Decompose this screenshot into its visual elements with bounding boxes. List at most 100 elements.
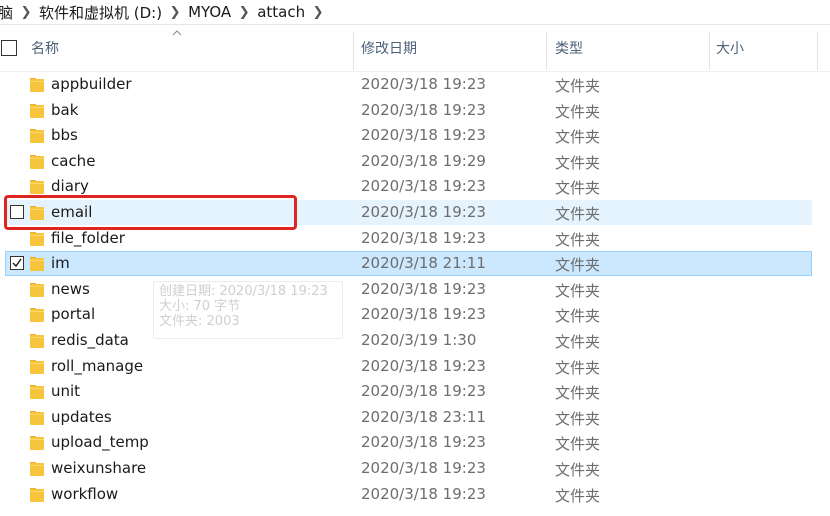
file-name: im	[51, 254, 70, 273]
file-date: 2020/3/18 19:23	[361, 279, 486, 298]
column-divider[interactable]	[353, 32, 354, 70]
file-row[interactable]: cache 2020/3/18 19:29 文件夹	[5, 149, 812, 174]
file-row[interactable]: redis_data 2020/3/19 1:30 文件夹	[5, 328, 812, 353]
file-row[interactable]: weixunshare 2020/3/18 19:23 文件夹	[5, 456, 812, 481]
folder-icon	[30, 257, 44, 272]
file-type: 文件夹	[555, 333, 601, 351]
chevron-right-icon[interactable]: ❯	[164, 5, 186, 20]
file-date: 2020/3/18 19:23	[361, 433, 486, 452]
file-date: 2020/3/18 19:23	[361, 356, 486, 375]
row-checkbox[interactable]	[10, 256, 24, 271]
breadcrumb-drive[interactable]: 软件和虚拟机 (D:)	[37, 2, 164, 23]
file-date: 2020/3/18 19:23	[361, 203, 486, 221]
breadcrumb-myoa[interactable]: MYOA	[186, 3, 233, 21]
file-type: 文件夹	[555, 461, 601, 479]
folder-icon	[30, 436, 44, 451]
file-row[interactable]: portal 2020/3/18 19:23 文件夹	[5, 302, 812, 327]
file-type: 文件夹	[555, 358, 601, 377]
column-divider[interactable]	[817, 32, 818, 70]
file-name: portal	[51, 305, 96, 324]
column-header: 名称 修改日期 类型 大小	[0, 24, 830, 72]
file-date: 2020/3/18 19:23	[361, 382, 486, 401]
file-date: 2020/3/18 21:11	[361, 254, 486, 273]
file-name: unit	[51, 382, 81, 401]
folder-tooltip: 创建日期: 2020/3/18 19:23 大小: 70 字节 文件夹: 200…	[153, 281, 343, 339]
file-type: 文件夹	[555, 179, 601, 198]
file-row[interactable]: updates 2020/3/18 23:11 文件夹	[5, 405, 812, 430]
highlight-annotation	[4, 195, 297, 230]
file-date: 2020/3/18 19:23	[361, 459, 486, 477]
column-name[interactable]: 名称	[31, 24, 59, 71]
file-date: 2020/3/18 23:11	[361, 407, 486, 426]
file-row[interactable]: bbs 2020/3/18 19:23 文件夹	[5, 123, 812, 148]
file-date: 2020/3/18 19:29	[361, 151, 486, 170]
folder-icon	[30, 78, 44, 92]
folder-icon	[30, 462, 44, 476]
folder-icon	[30, 180, 44, 195]
chevron-right-icon[interactable]: ❯	[307, 5, 329, 20]
chevron-right-icon[interactable]: ❯	[233, 5, 255, 20]
file-row[interactable]: workflow 2020/3/18 19:23 文件夹	[5, 482, 812, 507]
folder-icon	[30, 334, 44, 348]
file-name: diary	[51, 177, 89, 196]
file-name: redis_data	[51, 331, 129, 349]
column-type[interactable]: 类型	[555, 24, 583, 71]
folder-icon	[30, 359, 44, 374]
column-divider[interactable]	[546, 32, 547, 70]
file-type: 文件夹	[555, 384, 601, 403]
file-type: 文件夹	[555, 281, 601, 300]
file-date: 2020/3/18 19:23	[361, 228, 486, 247]
file-type: 文件夹	[555, 486, 601, 505]
file-type: 文件夹	[555, 128, 601, 147]
tooltip-size: 大小: 70 字节	[159, 299, 241, 314]
file-name: upload_temp	[51, 433, 149, 452]
file-row[interactable]: roll_manage 2020/3/18 19:23 文件夹	[5, 354, 812, 379]
column-date[interactable]: 修改日期	[361, 24, 417, 71]
file-type: 文件夹	[555, 435, 601, 454]
file-type: 文件夹	[555, 102, 601, 121]
breadcrumb-attach[interactable]: attach	[255, 3, 307, 21]
tooltip-created: 创建日期: 2020/3/18 19:23	[159, 284, 328, 299]
column-divider[interactable]	[709, 32, 710, 70]
file-name: file_folder	[51, 228, 125, 247]
folder-icon	[30, 231, 44, 246]
folder-icon	[30, 282, 44, 297]
file-date: 2020/3/18 19:23	[361, 305, 486, 324]
file-row[interactable]: im 2020/3/18 21:11 文件夹	[5, 251, 812, 277]
breadcrumb-partial[interactable]: 脑	[0, 2, 15, 23]
folder-icon	[30, 308, 44, 323]
folder-icon	[30, 385, 44, 400]
file-date: 2020/3/19 1:30	[361, 331, 477, 349]
chevron-right-icon[interactable]: ❯	[15, 5, 37, 20]
file-row[interactable]: upload_temp 2020/3/18 19:23 文件夹	[5, 430, 812, 455]
file-name: updates	[51, 407, 112, 426]
folder-icon	[30, 103, 44, 118]
select-all-checkbox[interactable]	[1, 40, 17, 56]
file-row[interactable]: appbuilder 2020/3/18 19:23 文件夹	[5, 72, 812, 97]
file-row[interactable]: unit 2020/3/18 19:23 文件夹	[5, 379, 812, 404]
file-row[interactable]: bak 2020/3/18 19:23 文件夹	[5, 98, 812, 123]
file-date: 2020/3/18 19:23	[361, 75, 486, 93]
address-bar[interactable]: 脑 ❯ 软件和虚拟机 (D:) ❯ MYOA ❯ attach ❯	[0, 0, 830, 25]
file-name: bbs	[51, 126, 78, 145]
folder-icon	[30, 154, 44, 169]
file-name: news	[51, 279, 90, 298]
file-row[interactable]: news 2020/3/18 19:23 文件夹	[5, 277, 812, 302]
file-type: 文件夹	[555, 307, 601, 326]
column-size[interactable]: 大小	[716, 24, 744, 71]
folder-icon	[30, 410, 44, 425]
file-date: 2020/3/18 19:23	[361, 484, 486, 503]
file-type: 文件夹	[555, 409, 601, 428]
file-name: workflow	[51, 484, 119, 503]
file-date: 2020/3/18 19:23	[361, 177, 486, 196]
folder-icon	[30, 129, 44, 144]
checkmark-icon	[12, 258, 22, 268]
file-name: roll_manage	[51, 356, 144, 375]
file-date: 2020/3/18 19:23	[361, 100, 486, 119]
file-explorer: 脑 ❯ 软件和虚拟机 (D:) ❯ MYOA ❯ attach ❯ 名称 修改日…	[0, 0, 830, 516]
file-name: weixunshare	[51, 459, 147, 477]
folder-icon	[30, 487, 44, 502]
file-date: 2020/3/18 19:23	[361, 126, 486, 145]
sort-up-icon	[172, 30, 182, 36]
file-name: cache	[51, 151, 96, 170]
